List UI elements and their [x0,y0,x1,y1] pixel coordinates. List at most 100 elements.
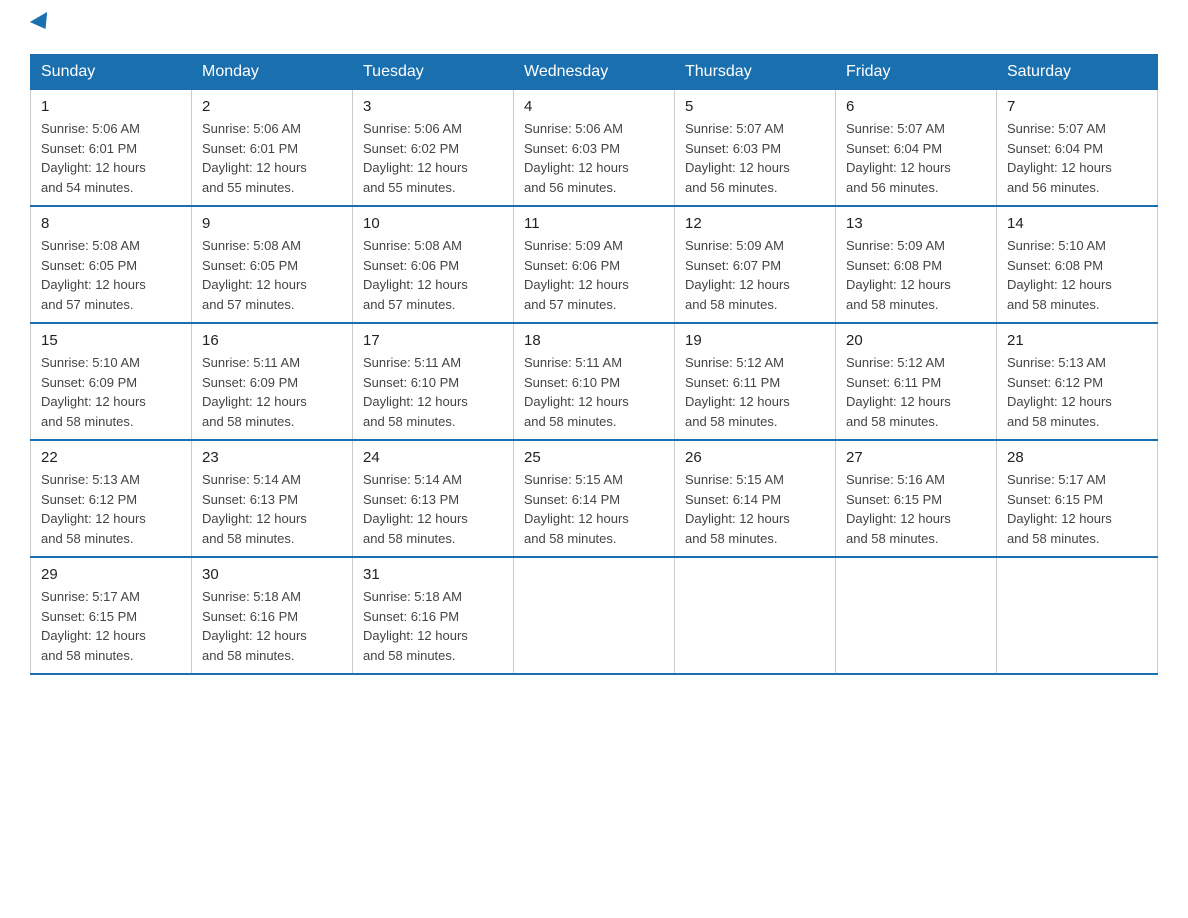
day-info: Sunrise: 5:06 AM Sunset: 6:01 PM Dayligh… [202,119,342,197]
day-number: 26 [685,449,825,466]
calendar-week-row: 15 Sunrise: 5:10 AM Sunset: 6:09 PM Dayl… [31,323,1158,440]
calendar-week-row: 22 Sunrise: 5:13 AM Sunset: 6:12 PM Dayl… [31,440,1158,557]
day-info: Sunrise: 5:11 AM Sunset: 6:10 PM Dayligh… [363,353,503,431]
day-info: Sunrise: 5:15 AM Sunset: 6:14 PM Dayligh… [685,470,825,548]
calendar-cell: 7 Sunrise: 5:07 AM Sunset: 6:04 PM Dayli… [997,90,1158,207]
day-number: 29 [41,566,181,583]
calendar-cell: 8 Sunrise: 5:08 AM Sunset: 6:05 PM Dayli… [31,206,192,323]
day-number: 1 [41,98,181,115]
page-header [30,20,1158,34]
day-info: Sunrise: 5:17 AM Sunset: 6:15 PM Dayligh… [1007,470,1147,548]
day-info: Sunrise: 5:09 AM Sunset: 6:08 PM Dayligh… [846,236,986,314]
day-info: Sunrise: 5:15 AM Sunset: 6:14 PM Dayligh… [524,470,664,548]
col-header-sunday: Sunday [31,55,192,90]
calendar-cell: 27 Sunrise: 5:16 AM Sunset: 6:15 PM Dayl… [836,440,997,557]
calendar-cell: 16 Sunrise: 5:11 AM Sunset: 6:09 PM Dayl… [192,323,353,440]
day-number: 14 [1007,215,1147,232]
col-header-thursday: Thursday [675,55,836,90]
day-number: 7 [1007,98,1147,115]
calendar-cell: 10 Sunrise: 5:08 AM Sunset: 6:06 PM Dayl… [353,206,514,323]
day-info: Sunrise: 5:17 AM Sunset: 6:15 PM Dayligh… [41,587,181,665]
day-info: Sunrise: 5:06 AM Sunset: 6:03 PM Dayligh… [524,119,664,197]
day-info: Sunrise: 5:11 AM Sunset: 6:10 PM Dayligh… [524,353,664,431]
day-info: Sunrise: 5:08 AM Sunset: 6:06 PM Dayligh… [363,236,503,314]
calendar-cell: 3 Sunrise: 5:06 AM Sunset: 6:02 PM Dayli… [353,90,514,207]
day-number: 27 [846,449,986,466]
day-number: 23 [202,449,342,466]
day-info: Sunrise: 5:08 AM Sunset: 6:05 PM Dayligh… [41,236,181,314]
day-info: Sunrise: 5:06 AM Sunset: 6:02 PM Dayligh… [363,119,503,197]
col-header-tuesday: Tuesday [353,55,514,90]
calendar-cell [997,557,1158,674]
calendar-cell: 15 Sunrise: 5:10 AM Sunset: 6:09 PM Dayl… [31,323,192,440]
calendar-week-row: 8 Sunrise: 5:08 AM Sunset: 6:05 PM Dayli… [31,206,1158,323]
calendar-cell: 25 Sunrise: 5:15 AM Sunset: 6:14 PM Dayl… [514,440,675,557]
col-header-monday: Monday [192,55,353,90]
day-info: Sunrise: 5:09 AM Sunset: 6:07 PM Dayligh… [685,236,825,314]
day-info: Sunrise: 5:07 AM Sunset: 6:03 PM Dayligh… [685,119,825,197]
day-number: 20 [846,332,986,349]
calendar-cell: 11 Sunrise: 5:09 AM Sunset: 6:06 PM Dayl… [514,206,675,323]
col-header-saturday: Saturday [997,55,1158,90]
day-number: 19 [685,332,825,349]
day-number: 16 [202,332,342,349]
day-info: Sunrise: 5:09 AM Sunset: 6:06 PM Dayligh… [524,236,664,314]
day-info: Sunrise: 5:13 AM Sunset: 6:12 PM Dayligh… [1007,353,1147,431]
logo-triangle-icon [30,12,54,34]
day-info: Sunrise: 5:11 AM Sunset: 6:09 PM Dayligh… [202,353,342,431]
day-number: 17 [363,332,503,349]
calendar-cell [675,557,836,674]
day-info: Sunrise: 5:10 AM Sunset: 6:08 PM Dayligh… [1007,236,1147,314]
day-number: 25 [524,449,664,466]
day-number: 13 [846,215,986,232]
calendar-cell: 18 Sunrise: 5:11 AM Sunset: 6:10 PM Dayl… [514,323,675,440]
calendar-cell: 14 Sunrise: 5:10 AM Sunset: 6:08 PM Dayl… [997,206,1158,323]
day-number: 4 [524,98,664,115]
calendar-cell: 23 Sunrise: 5:14 AM Sunset: 6:13 PM Dayl… [192,440,353,557]
day-info: Sunrise: 5:10 AM Sunset: 6:09 PM Dayligh… [41,353,181,431]
calendar-cell: 17 Sunrise: 5:11 AM Sunset: 6:10 PM Dayl… [353,323,514,440]
day-number: 5 [685,98,825,115]
day-number: 15 [41,332,181,349]
day-number: 21 [1007,332,1147,349]
day-number: 22 [41,449,181,466]
day-number: 3 [363,98,503,115]
calendar-cell: 6 Sunrise: 5:07 AM Sunset: 6:04 PM Dayli… [836,90,997,207]
calendar-cell: 24 Sunrise: 5:14 AM Sunset: 6:13 PM Dayl… [353,440,514,557]
col-header-friday: Friday [836,55,997,90]
day-number: 2 [202,98,342,115]
calendar-table: SundayMondayTuesdayWednesdayThursdayFrid… [30,54,1158,675]
day-info: Sunrise: 5:14 AM Sunset: 6:13 PM Dayligh… [363,470,503,548]
day-info: Sunrise: 5:12 AM Sunset: 6:11 PM Dayligh… [846,353,986,431]
col-header-wednesday: Wednesday [514,55,675,90]
logo [30,20,52,34]
calendar-cell: 22 Sunrise: 5:13 AM Sunset: 6:12 PM Dayl… [31,440,192,557]
day-info: Sunrise: 5:14 AM Sunset: 6:13 PM Dayligh… [202,470,342,548]
day-info: Sunrise: 5:07 AM Sunset: 6:04 PM Dayligh… [1007,119,1147,197]
day-info: Sunrise: 5:13 AM Sunset: 6:12 PM Dayligh… [41,470,181,548]
calendar-week-row: 1 Sunrise: 5:06 AM Sunset: 6:01 PM Dayli… [31,90,1158,207]
day-number: 31 [363,566,503,583]
day-number: 8 [41,215,181,232]
calendar-cell: 30 Sunrise: 5:18 AM Sunset: 6:16 PM Dayl… [192,557,353,674]
calendar-cell: 20 Sunrise: 5:12 AM Sunset: 6:11 PM Dayl… [836,323,997,440]
day-info: Sunrise: 5:06 AM Sunset: 6:01 PM Dayligh… [41,119,181,197]
calendar-cell: 9 Sunrise: 5:08 AM Sunset: 6:05 PM Dayli… [192,206,353,323]
calendar-cell: 2 Sunrise: 5:06 AM Sunset: 6:01 PM Dayli… [192,90,353,207]
day-number: 11 [524,215,664,232]
day-number: 30 [202,566,342,583]
day-number: 28 [1007,449,1147,466]
calendar-cell: 21 Sunrise: 5:13 AM Sunset: 6:12 PM Dayl… [997,323,1158,440]
calendar-cell: 31 Sunrise: 5:18 AM Sunset: 6:16 PM Dayl… [353,557,514,674]
day-info: Sunrise: 5:18 AM Sunset: 6:16 PM Dayligh… [202,587,342,665]
calendar-cell: 4 Sunrise: 5:06 AM Sunset: 6:03 PM Dayli… [514,90,675,207]
calendar-cell: 19 Sunrise: 5:12 AM Sunset: 6:11 PM Dayl… [675,323,836,440]
day-info: Sunrise: 5:12 AM Sunset: 6:11 PM Dayligh… [685,353,825,431]
calendar-cell: 13 Sunrise: 5:09 AM Sunset: 6:08 PM Dayl… [836,206,997,323]
day-info: Sunrise: 5:16 AM Sunset: 6:15 PM Dayligh… [846,470,986,548]
calendar-week-row: 29 Sunrise: 5:17 AM Sunset: 6:15 PM Dayl… [31,557,1158,674]
day-info: Sunrise: 5:18 AM Sunset: 6:16 PM Dayligh… [363,587,503,665]
calendar-cell: 5 Sunrise: 5:07 AM Sunset: 6:03 PM Dayli… [675,90,836,207]
calendar-cell: 29 Sunrise: 5:17 AM Sunset: 6:15 PM Dayl… [31,557,192,674]
calendar-cell: 28 Sunrise: 5:17 AM Sunset: 6:15 PM Dayl… [997,440,1158,557]
